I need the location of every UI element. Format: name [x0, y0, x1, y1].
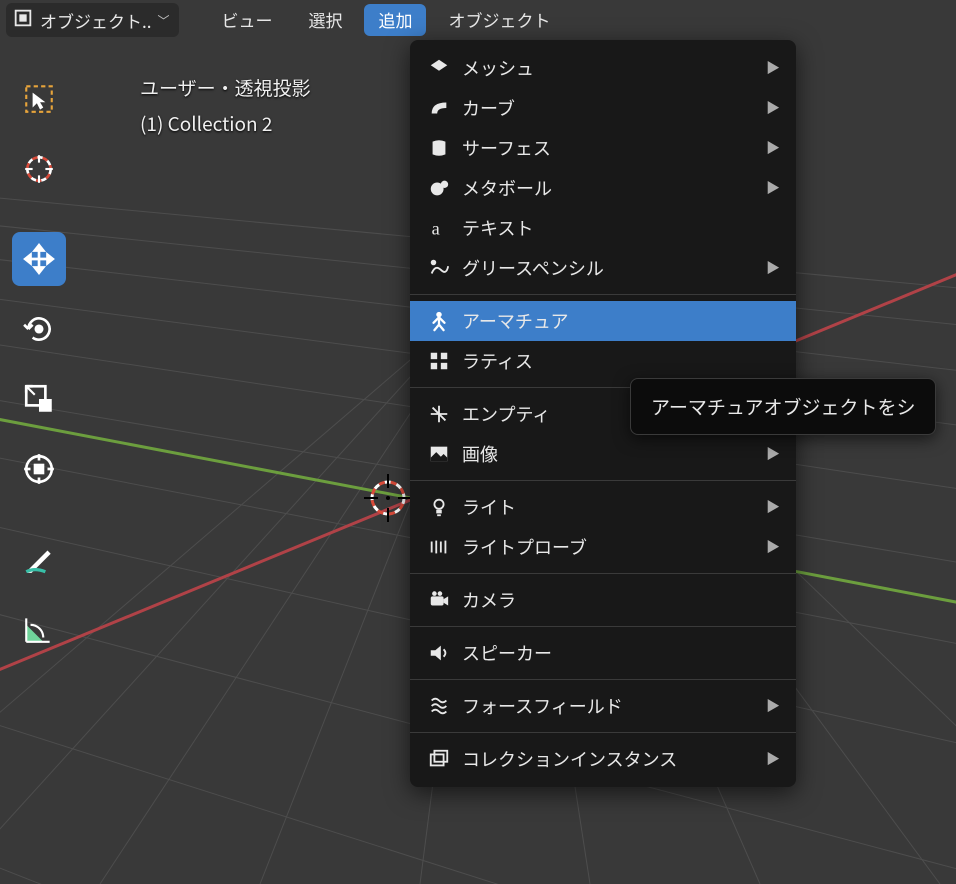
- camera-icon: [424, 589, 454, 611]
- viewport-overlay-text: ユーザー・透視投影 (1) Collection 2: [140, 70, 311, 142]
- menu-item-lattice[interactable]: ラティス: [410, 341, 796, 381]
- menu-item-label: メタボール: [454, 175, 766, 201]
- gpencil-icon: [424, 257, 454, 279]
- tool-move[interactable]: [12, 232, 66, 286]
- menu-item-metaball[interactable]: メタボール▶: [410, 168, 796, 208]
- armature-icon: [424, 310, 454, 332]
- menu-item-label: ライトプローブ: [454, 534, 766, 560]
- menu-separator: [410, 480, 796, 481]
- collection-icon: [424, 748, 454, 770]
- submenu-arrow-icon: ▶: [766, 696, 780, 716]
- chevron-down-icon: ﹀: [157, 12, 169, 29]
- menu-item-label: ラティス: [454, 348, 780, 374]
- submenu-arrow-icon: ▶: [766, 537, 780, 557]
- overlay-line-1: ユーザー・透視投影: [140, 70, 311, 106]
- menu-item-label: ライト: [454, 494, 766, 520]
- lightprobe-icon: [424, 536, 454, 558]
- menu-separator: [410, 732, 796, 733]
- menu-item-label: グリースペンシル: [454, 255, 766, 281]
- menu-item-label: カーブ: [454, 95, 766, 121]
- mesh-icon: [424, 57, 454, 79]
- mode-label: オブジェクト..: [40, 8, 151, 33]
- menu-item-forcefield[interactable]: フォースフィールド▶: [410, 686, 796, 726]
- tooltip: アーマチュアオブジェクトをシ: [630, 378, 936, 435]
- menu-item-surface[interactable]: サーフェス▶: [410, 128, 796, 168]
- menu-item-camera[interactable]: カメラ: [410, 580, 796, 620]
- menu-item-light[interactable]: ライト▶: [410, 487, 796, 527]
- 3d-cursor: [362, 472, 414, 529]
- tool-transform[interactable]: [12, 442, 66, 496]
- tool-annotate[interactable]: [12, 532, 66, 586]
- submenu-arrow-icon: ▶: [766, 749, 780, 769]
- text-icon: a: [424, 217, 454, 239]
- tool-rotate[interactable]: [12, 302, 66, 356]
- forcefield-icon: [424, 695, 454, 717]
- menu-view[interactable]: ビュー: [207, 4, 286, 36]
- viewport-header: オブジェクト.. ﹀ ビュー 選択 追加 オブジェクト: [0, 0, 956, 40]
- submenu-arrow-icon: ▶: [766, 98, 780, 118]
- curve-icon: [424, 97, 454, 119]
- menu-add[interactable]: 追加: [364, 4, 426, 36]
- menu-item-label: フォースフィールド: [454, 693, 766, 719]
- toolbar: [12, 72, 66, 656]
- speaker-icon: [424, 642, 454, 664]
- menu-item-label: 画像: [454, 441, 766, 467]
- menu-separator: [410, 626, 796, 627]
- submenu-arrow-icon: ▶: [766, 497, 780, 517]
- menu-item-label: テキスト: [454, 215, 780, 241]
- surface-icon: [424, 137, 454, 159]
- light-icon: [424, 496, 454, 518]
- lattice-icon: [424, 350, 454, 372]
- tool-scale[interactable]: [12, 372, 66, 426]
- menu-item-speaker[interactable]: スピーカー: [410, 633, 796, 673]
- svg-text:a: a: [432, 218, 440, 238]
- menu-item-label: スピーカー: [454, 640, 780, 666]
- menu-item-label: アーマチュア: [454, 308, 780, 334]
- menu-item-curve[interactable]: カーブ▶: [410, 88, 796, 128]
- menu-item-image[interactable]: 画像▶: [410, 434, 796, 474]
- tool-cursor[interactable]: [12, 142, 66, 196]
- submenu-arrow-icon: ▶: [766, 58, 780, 78]
- menu-item-gpencil[interactable]: グリースペンシル▶: [410, 248, 796, 288]
- menu-object[interactable]: オブジェクト: [434, 4, 564, 36]
- menu-item-label: メッシュ: [454, 55, 766, 81]
- overlay-line-2: (1) Collection 2: [140, 106, 311, 142]
- tool-select-box[interactable]: [12, 72, 66, 126]
- metaball-icon: [424, 177, 454, 199]
- submenu-arrow-icon: ▶: [766, 138, 780, 158]
- menu-item-collection[interactable]: コレクションインスタンス▶: [410, 739, 796, 779]
- submenu-arrow-icon: ▶: [766, 444, 780, 464]
- submenu-arrow-icon: ▶: [766, 258, 780, 278]
- tool-measure[interactable]: [12, 602, 66, 656]
- menu-item-lightprobe[interactable]: ライトプローブ▶: [410, 527, 796, 567]
- menu-item-text[interactable]: a テキスト: [410, 208, 796, 248]
- menu-separator: [410, 294, 796, 295]
- image-icon: [424, 443, 454, 465]
- menu-separator: [410, 573, 796, 574]
- menu-separator: [410, 679, 796, 680]
- menu-item-label: サーフェス: [454, 135, 766, 161]
- menu-item-armature[interactable]: アーマチュア: [410, 301, 796, 341]
- menu-item-mesh[interactable]: メッシュ▶: [410, 48, 796, 88]
- empty-icon: [424, 403, 454, 425]
- menu-item-label: コレクションインスタンス: [454, 746, 766, 772]
- menu-select[interactable]: 選択: [294, 4, 356, 36]
- menu-item-label: カメラ: [454, 587, 780, 613]
- mode-selector[interactable]: オブジェクト.. ﹀: [6, 3, 179, 37]
- object-mode-icon: [12, 7, 34, 34]
- submenu-arrow-icon: ▶: [766, 178, 780, 198]
